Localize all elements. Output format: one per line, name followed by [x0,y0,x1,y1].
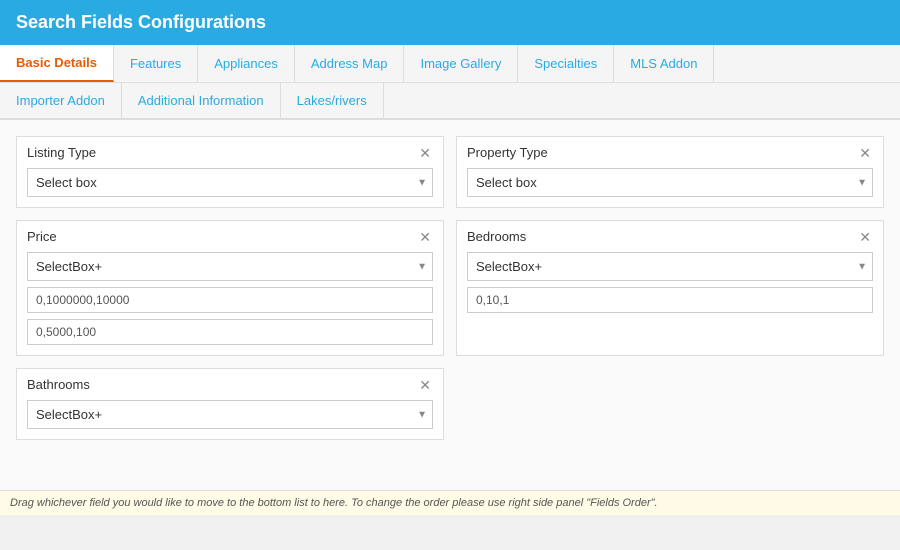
tab-mls-addon[interactable]: MLS Addon [614,45,714,82]
close-button-property-type[interactable]: ✕ [857,146,873,160]
header: Search Fields Configurations [0,0,900,45]
select-wrapper-bathrooms: SelectBox+Select boxCheckboxText Input▼ [27,400,433,429]
tab-specialties[interactable]: Specialties [518,45,614,82]
tab-importer-addon[interactable]: Importer Addon [0,83,122,118]
close-button-bathrooms[interactable]: ✕ [417,378,433,392]
field-card-bedrooms: Bedrooms ✕ SelectBox+Select boxCheckboxTex… [456,220,884,356]
select-bedrooms[interactable]: SelectBox+Select boxCheckboxText Input [467,252,873,281]
close-button-bedrooms[interactable]: ✕ [857,230,873,244]
extra-input-bedrooms-0[interactable] [467,287,873,313]
select-wrapper-property-type: Select boxCheckboxRadioText Input▼ [467,168,873,197]
select-listing-type[interactable]: Select boxCheckboxRadioText Input [27,168,433,197]
field-label-bedrooms: Bedrooms [467,229,526,244]
extra-input-price-0[interactable] [27,287,433,313]
select-price[interactable]: SelectBox+Select boxCheckboxText Input [27,252,433,281]
tab-basic-details[interactable]: Basic Details [0,45,114,82]
page-title: Search Fields Configurations [16,12,266,32]
field-card-bathrooms: Bathrooms ✕ SelectBox+Select boxCheckboxTe… [16,368,444,440]
tabs-row2: Importer AddonAdditional InformationLake… [0,83,900,120]
select-wrapper-listing-type: Select boxCheckboxRadioText Input▼ [27,168,433,197]
field-label-bathrooms: Bathrooms [27,377,90,392]
extra-input-price-1[interactable] [27,319,433,345]
content-area: Listing Type ✕ Select boxCheckboxRadioText… [0,120,900,515]
tab-additional-information[interactable]: Additional Information [122,83,281,118]
content-wrapper: Listing Type ✕ Select boxCheckboxRadioText… [0,120,900,515]
tab-lakes-rivers[interactable]: Lakes/rivers [281,83,384,118]
field-header-property-type: Property Type ✕ [467,145,873,160]
select-property-type[interactable]: Select boxCheckboxRadioText Input [467,168,873,197]
field-label-listing-type: Listing Type [27,145,96,160]
close-button-listing-type[interactable]: ✕ [417,146,433,160]
field-header-bathrooms: Bathrooms ✕ [27,377,433,392]
tab-address-map[interactable]: Address Map [295,45,405,82]
tab-appliances[interactable]: Appliances [198,45,295,82]
tab-features[interactable]: Features [114,45,198,82]
field-label-property-type: Property Type [467,145,548,160]
footer-note: Drag whichever field you would like to m… [0,490,900,515]
field-label-price: Price [27,229,57,244]
select-wrapper-bedrooms: SelectBox+Select boxCheckboxText Input▼ [467,252,873,281]
close-button-price[interactable]: ✕ [417,230,433,244]
field-card-property-type: Property Type ✕ Select boxCheckboxRadioTex… [456,136,884,208]
select-bathrooms[interactable]: SelectBox+Select boxCheckboxText Input [27,400,433,429]
field-card-price: Price ✕ SelectBox+Select boxCheckboxText I… [16,220,444,356]
tab-image-gallery[interactable]: Image Gallery [404,45,518,82]
field-card-listing-type: Listing Type ✕ Select boxCheckboxRadioText… [16,136,444,208]
field-header-bedrooms: Bedrooms ✕ [467,229,873,244]
tabs-row1: Basic DetailsFeaturesAppliancesAddress M… [0,45,900,83]
field-header-listing-type: Listing Type ✕ [27,145,433,160]
field-header-price: Price ✕ [27,229,433,244]
fields-grid: Listing Type ✕ Select boxCheckboxRadioText… [12,132,888,444]
select-wrapper-price: SelectBox+Select boxCheckboxText Input▼ [27,252,433,281]
